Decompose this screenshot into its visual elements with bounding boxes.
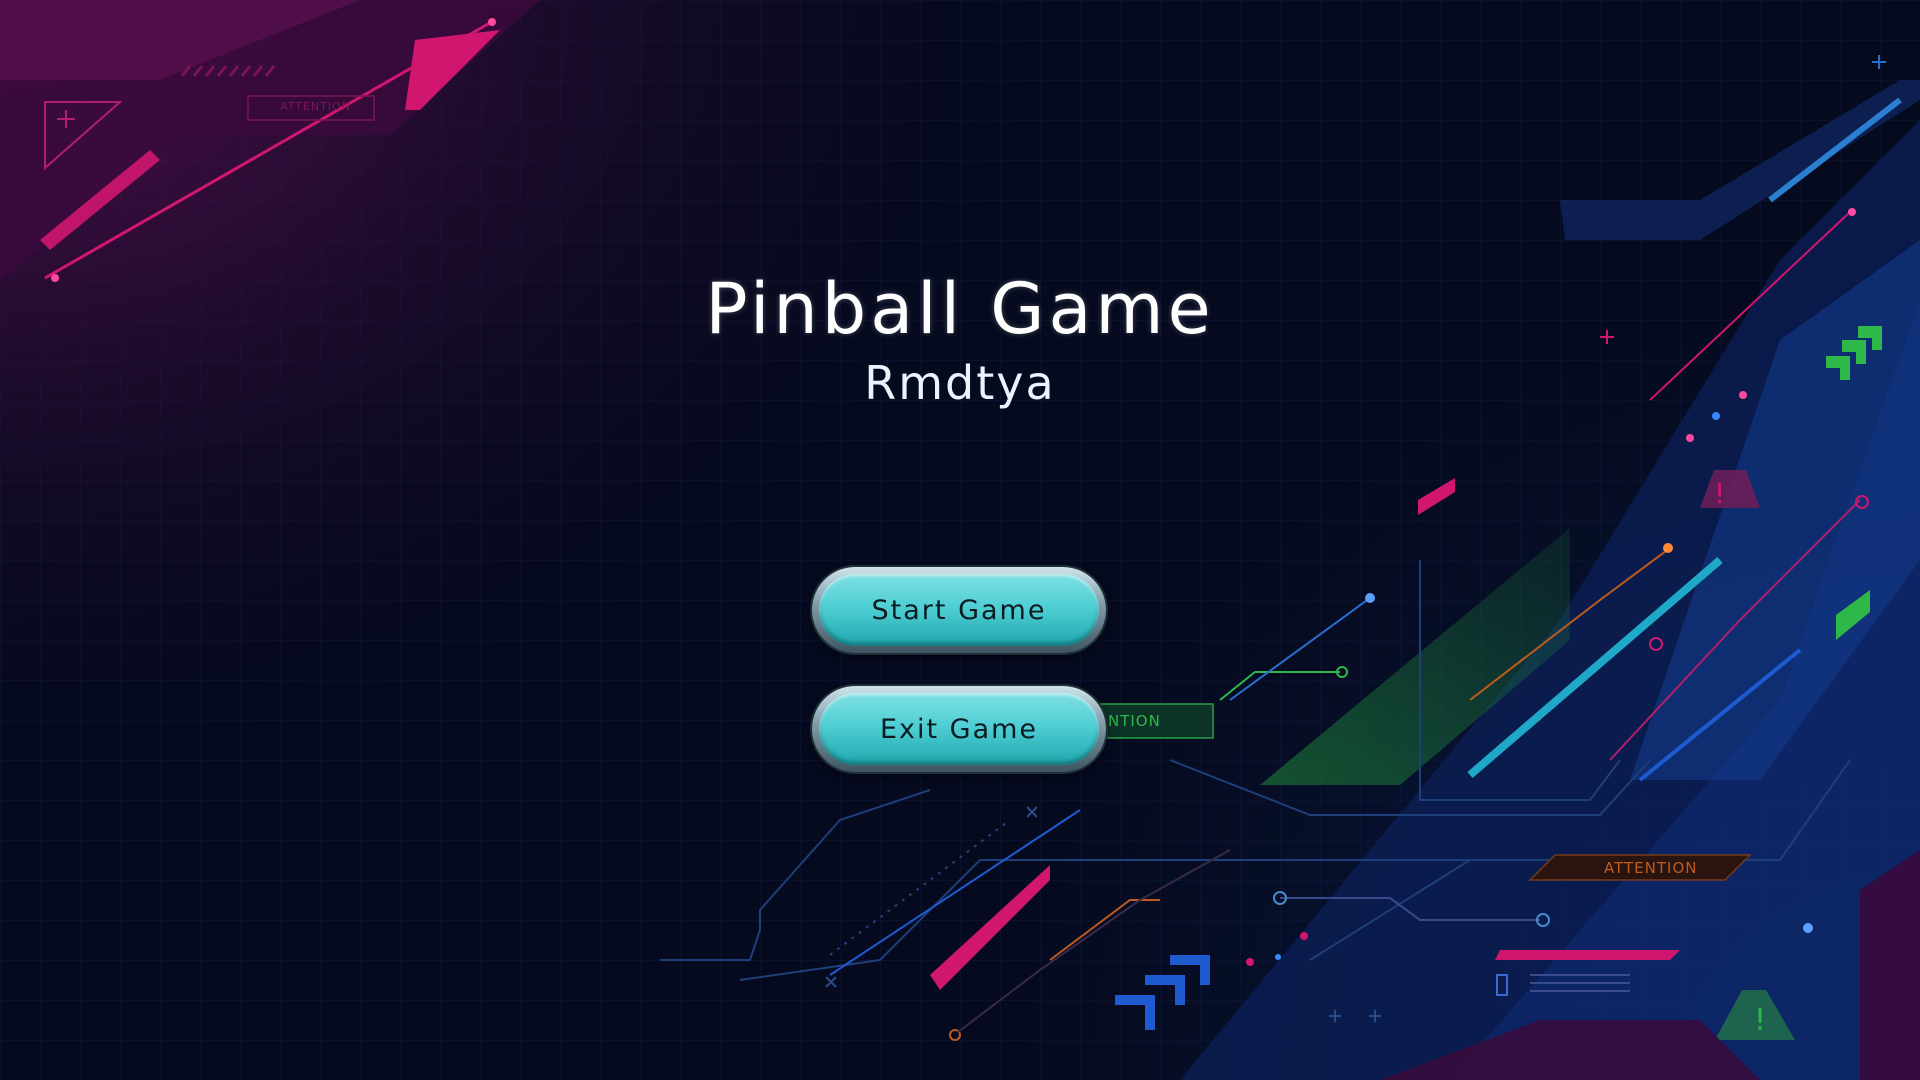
attention-tag-bottom: ATTENTION [1604, 859, 1698, 877]
start-game-button[interactable]: Start Game [812, 567, 1106, 653]
circuit-background: ! ! [0, 0, 1920, 1080]
exit-game-label: Exit Game [879, 713, 1039, 745]
svg-text:!: ! [1714, 477, 1725, 510]
title-screen: ! ! ATTENTION NTION ATTENTION Pinball Ga… [0, 0, 1920, 1080]
start-game-button-face: Start Game [819, 574, 1099, 646]
exit-game-button-face: Exit Game [819, 693, 1099, 765]
attention-tag-top: ATTENTION [280, 100, 351, 113]
attention-tag-middle: NTION [1108, 712, 1161, 730]
game-title: Pinball Game [705, 268, 1215, 350]
game-subtitle: Rmdtya [864, 356, 1056, 410]
start-game-label: Start Game [871, 594, 1047, 626]
exit-game-button[interactable]: Exit Game [812, 686, 1106, 772]
svg-text:!: ! [1754, 1003, 1766, 1038]
